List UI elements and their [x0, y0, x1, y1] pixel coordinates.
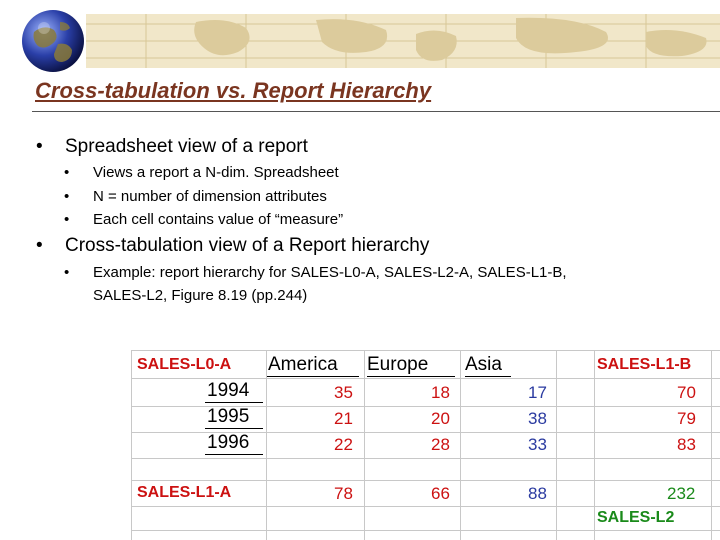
bullet-dot: • — [64, 188, 70, 205]
total-row-value: 88 — [528, 484, 547, 503]
row-label-1996: 1996 — [207, 432, 250, 453]
row-label-1995: 1995 — [207, 406, 250, 427]
cell-value: 28 — [431, 435, 450, 454]
cell-value: 17 — [528, 383, 547, 402]
cell-value: 35 — [334, 383, 353, 402]
bullet-dot: • — [64, 211, 70, 228]
column-header-america: America — [268, 354, 338, 375]
cell-value: 18 — [431, 383, 450, 402]
cell-value: 22 — [334, 435, 353, 454]
row-total: 79 — [677, 409, 696, 428]
cell-value: 33 — [528, 435, 547, 454]
bullet-dot: • — [64, 164, 70, 181]
bullet-dot: • — [64, 264, 70, 281]
column-header-asia: Asia — [465, 354, 502, 375]
total-row-label: SALES-L1-A — [137, 484, 232, 501]
slide-title: Cross-tabulation vs. Report Hierarchy — [35, 78, 432, 103]
corner-label: SALES-L0-A — [137, 356, 232, 373]
world-map-banner — [86, 14, 720, 68]
bullet-dot: • — [36, 136, 43, 157]
row-label-1994: 1994 — [207, 380, 250, 401]
bullet-dot: • — [36, 235, 43, 256]
cell-value: 20 — [431, 409, 450, 428]
total-column-label: SALES-L1-B — [597, 356, 692, 373]
row-total: 83 — [677, 435, 696, 454]
row-total: 70 — [677, 383, 696, 402]
total-row-value: 66 — [431, 484, 450, 503]
grand-total-label: SALES-L2 — [597, 509, 675, 526]
cell-value: 38 — [528, 409, 547, 428]
cell-value: 21 — [334, 409, 353, 428]
total-row-value: 78 — [334, 484, 353, 503]
column-header-europe: Europe — [367, 354, 429, 375]
globe-icon — [22, 10, 84, 72]
crosstab-spreadsheet: SALES-L0-A America Europe Asia SALES-L1-… — [131, 350, 720, 540]
grand-total-value: 232 — [667, 484, 696, 503]
title-divider — [32, 111, 720, 112]
